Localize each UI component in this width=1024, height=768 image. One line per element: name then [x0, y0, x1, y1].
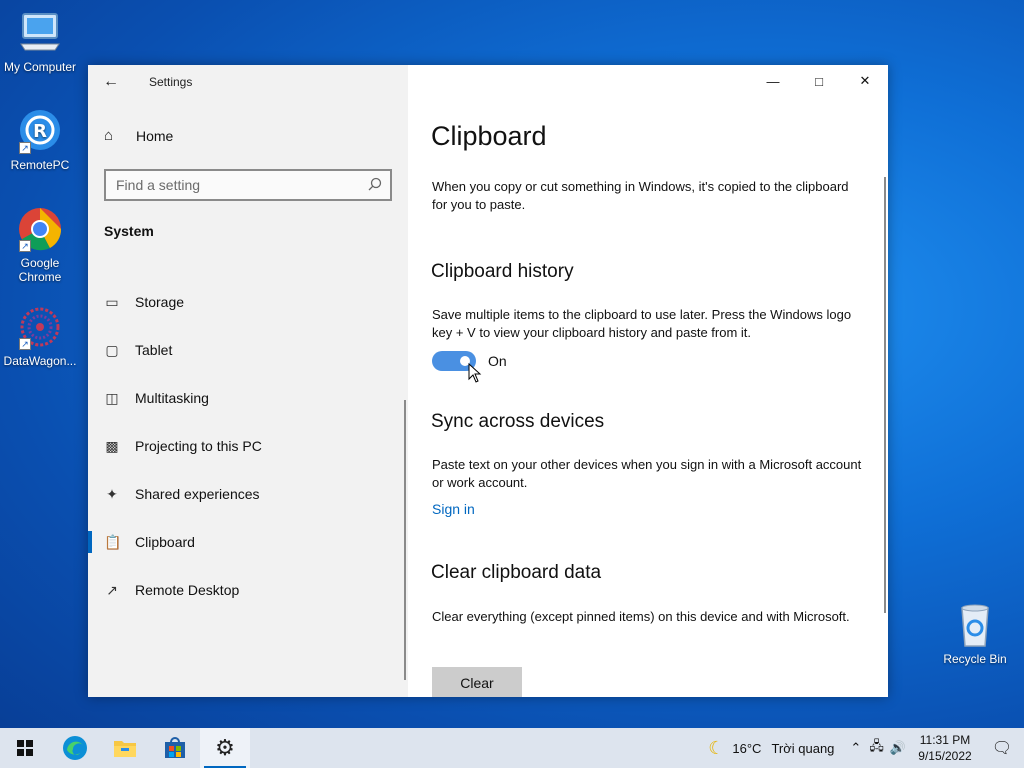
desktop-icon-label: My Computer — [3, 60, 77, 74]
system-tray: ☾ 16°C Trời quang ⌃ 🖧 🔊 11:31 PM 9/15/20… — [708, 728, 1024, 768]
weather-condition[interactable]: Trời quang — [771, 741, 834, 756]
desktop-icon-label: Google Chrome — [18, 256, 62, 284]
taskbar-store-button[interactable] — [150, 728, 200, 768]
sidebar-item-clipboard[interactable]: 📋 Clipboard — [88, 518, 408, 566]
back-button[interactable]: ← — [88, 65, 134, 99]
recycle-bin-icon — [952, 602, 998, 648]
edge-icon — [63, 736, 87, 760]
back-arrow-icon: ← — [103, 73, 119, 90]
maximize-icon: □ — [815, 73, 823, 89]
shared-experiences-icon: ✦ — [106, 485, 118, 502]
projecting-icon: ▩ — [105, 437, 119, 454]
desktop-icon-remotepc[interactable]: R ↗ RemotePC — [0, 108, 80, 172]
windows-logo-icon — [17, 740, 33, 756]
caption-buttons: — □ ✕ — [750, 65, 888, 97]
sidebar-item-tablet[interactable]: ▢ Tablet — [88, 326, 408, 374]
datawagon-icon: ↗ — [17, 304, 63, 350]
minimize-icon: — — [766, 73, 780, 89]
desktop-icon-datawagon[interactable]: ↗ DataWagon... — [0, 304, 80, 368]
mouse-cursor-icon — [468, 363, 482, 383]
network-icon[interactable]: 🖧 — [869, 737, 884, 759]
gear-icon: ⚙ — [215, 735, 235, 760]
taskbar-settings-button[interactable]: ⚙ — [200, 728, 250, 768]
nav-scrollbar[interactable] — [404, 400, 406, 680]
clock-time: 11:31 PM — [919, 733, 971, 747]
volume-icon[interactable]: 🔊 — [890, 740, 906, 756]
taskbar-file-explorer-button[interactable] — [100, 728, 150, 768]
nav-group-label: System — [104, 223, 154, 239]
start-button[interactable] — [0, 728, 50, 768]
close-icon: ✕ — [859, 73, 871, 88]
tablet-icon: ▢ — [105, 341, 119, 358]
nav-home-label: Home — [136, 127, 174, 144]
maximize-button[interactable]: □ — [796, 65, 842, 97]
desktop-icon-label: Recycle Bin — [943, 652, 1007, 666]
sidebar-item-label: Tablet — [135, 342, 173, 358]
sync-heading: Sync across devices — [431, 411, 605, 432]
close-button[interactable]: ✕ — [842, 65, 888, 97]
desktop-icon-my-computer[interactable]: My Computer — [0, 10, 80, 74]
desktop-icon-google-chrome[interactable]: ↗ Google Chrome — [0, 206, 80, 284]
clear-data-description: Clear everything (except pinned items) o… — [432, 609, 850, 624]
taskbar: ⚙ ☾ 16°C Trời quang ⌃ 🖧 🔊 11:31 PM 9/15/… — [0, 728, 1024, 768]
search-icon — [368, 177, 382, 194]
clipboard-history-heading: Clipboard history — [431, 261, 574, 282]
shortcut-arrow-icon: ↗ — [19, 240, 31, 252]
remotepc-icon: R ↗ — [17, 108, 63, 154]
folder-icon — [114, 741, 136, 757]
desktop-icon-recycle-bin[interactable]: Recycle Bin — [935, 602, 1015, 666]
sidebar-item-label: Multitasking — [135, 390, 209, 406]
window-title: Settings — [149, 75, 193, 89]
desktop-icon-label: DataWagon... — [3, 354, 77, 368]
storage-icon: ▭ — [105, 293, 119, 310]
notification-icon[interactable]: 🗨 — [980, 738, 1024, 758]
content-scrollbar[interactable] — [884, 177, 886, 613]
nav-list: ▭ Storage ▢ Tablet ◫ Multitasking ▩ Proj… — [88, 278, 408, 614]
remote-desktop-icon: ↗ — [106, 581, 118, 598]
sidebar-item-label: Remote Desktop — [135, 582, 240, 598]
shortcut-arrow-icon: ↗ — [19, 338, 31, 350]
chevron-up-icon[interactable]: ⌃ — [850, 740, 861, 756]
weather-moon-icon: ☾ — [708, 737, 725, 758]
intro-text: When you copy or cut something in Window… — [432, 179, 849, 212]
taskbar-edge-button[interactable] — [50, 728, 100, 768]
shortcut-arrow-icon: ↗ — [19, 142, 31, 154]
sign-in-link[interactable]: Sign in — [432, 501, 475, 517]
sync-description: Paste text on your other devices when yo… — [432, 457, 862, 490]
store-icon — [165, 737, 185, 758]
weather-temperature[interactable]: 16°C — [732, 741, 761, 756]
sidebar-item-projecting[interactable]: ▩ Projecting to this PC — [88, 422, 408, 470]
nav-home[interactable]: ⌂ Home — [104, 127, 173, 144]
settings-nav-pane: ← Settings ⌂ Home Find a setting System … — [88, 65, 408, 697]
search-placeholder: Find a setting — [116, 177, 201, 193]
settings-content: — □ ✕ Clipboard When you copy or cut som… — [408, 65, 888, 697]
home-icon: ⌂ — [104, 127, 114, 144]
desktop-icon-label: RemotePC — [10, 158, 70, 172]
chrome-icon: ↗ — [17, 206, 63, 252]
clear-data-heading: Clear clipboard data — [431, 562, 602, 583]
title-bar: ← Settings — [88, 65, 408, 99]
taskbar-clock[interactable]: 11:31 PM 9/15/2022 — [910, 732, 980, 764]
sidebar-item-label: Storage — [135, 294, 185, 310]
clipboard-history-description: Save multiple items to the clipboard to … — [432, 307, 852, 340]
sidebar-item-label: Clipboard — [135, 534, 195, 550]
clear-button[interactable]: Clear — [432, 667, 522, 697]
search-input[interactable]: Find a setting — [104, 169, 392, 201]
sidebar-item-remote-desktop[interactable]: ↗ Remote Desktop — [88, 566, 408, 614]
sidebar-item-label: Projecting to this PC — [135, 438, 262, 454]
sidebar-item-label: Shared experiences — [135, 486, 260, 502]
toggle-state-label: On — [488, 353, 507, 369]
svg-text:R: R — [33, 121, 47, 142]
sidebar-item-shared-experiences[interactable]: ✦ Shared experiences — [88, 470, 408, 518]
minimize-button[interactable]: — — [750, 65, 796, 97]
multitasking-icon: ◫ — [105, 389, 119, 406]
clipboard-icon: 📋 — [104, 533, 122, 550]
computer-icon — [17, 10, 63, 56]
clock-date: 9/15/2022 — [918, 749, 972, 763]
sidebar-item-multitasking[interactable]: ◫ Multitasking — [88, 374, 408, 422]
settings-window: ← Settings ⌂ Home Find a setting System … — [88, 65, 888, 697]
sidebar-item-storage[interactable]: ▭ Storage — [88, 278, 408, 326]
page-title: Clipboard — [431, 121, 547, 151]
